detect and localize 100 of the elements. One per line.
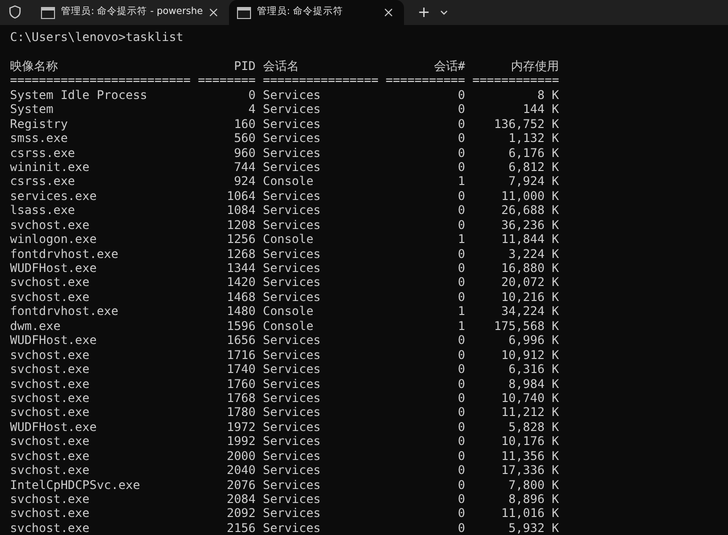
session-name-cell-text: Services — [262, 218, 322, 232]
session-name-cell-text: Services — [262, 160, 322, 174]
session-number-cell-text: 0 — [456, 362, 466, 376]
session-number-cell-text: 0 — [456, 333, 466, 348]
pid-cell-text: 744 — [232, 160, 256, 174]
pid-cell-text: 0 — [247, 88, 256, 102]
session-name-cell-text: Services — [262, 376, 322, 391]
column-header: 内存使用 — [510, 58, 560, 74]
session-number-cell-text: 0 — [456, 463, 466, 478]
pid-cell-text: 2040 — [226, 463, 256, 478]
tab[interactable]: 管理员: 命令提示符 — [228, 0, 404, 25]
session-number-cell-text: 0 — [456, 131, 466, 146]
image-name-cell-text: WUDFHost.exe — [10, 333, 98, 348]
session-name-cell-text: Services — [262, 492, 322, 506]
memory-usage-cell-text: 175,568 K — [493, 318, 560, 334]
image-name-cell-text: winlogon.exe — [10, 232, 98, 247]
session-name-cell-text: Console — [262, 232, 314, 247]
image-name-cell-text: services.exe — [10, 188, 98, 204]
image-name-cell-text: svchost.exe — [10, 275, 90, 290]
session-number-cell-text: 0 — [456, 275, 466, 290]
session-number-cell-text: 0 — [456, 116, 466, 132]
session-name-cell-text: Services — [262, 203, 322, 218]
new-tab-button[interactable]: + — [412, 0, 436, 25]
session-number-cell-text: 0 — [456, 261, 466, 276]
column-header: PID — [232, 58, 256, 74]
memory-usage-cell-text: 8,984 K — [507, 376, 560, 391]
pid-cell-text: 2092 — [226, 506, 256, 521]
session-number-cell-text: 0 — [456, 434, 466, 449]
session-name-cell-text: Services — [262, 362, 322, 376]
session-number-cell-text: 0 — [456, 376, 466, 391]
session-name-cell-text: Services — [262, 116, 322, 132]
pid-cell-text: 1760 — [226, 376, 256, 391]
image-name-cell-text: svchost.exe — [10, 492, 90, 506]
session-number-cell-text: 0 — [456, 88, 466, 102]
column-header: 会话名 — [262, 58, 300, 74]
column-header: 映像名称 — [10, 58, 59, 74]
image-name-cell-text: fontdrvhost.exe — [10, 304, 120, 319]
session-name-cell-text: Services — [262, 275, 322, 290]
image-name-cell-text: svchost.exe — [10, 362, 90, 376]
image-name-cell-text: svchost.exe — [10, 218, 90, 232]
session-name-cell-text: Services — [262, 348, 322, 362]
separator-line: =========== — [386, 73, 466, 88]
session-name-cell-text: Services — [262, 478, 322, 492]
memory-usage-cell-text: 6,316 K — [507, 362, 560, 376]
session-name-cell-text: Console — [262, 318, 314, 334]
memory-usage-cell-text: 5,932 K — [507, 520, 560, 535]
session-name-cell-text: Services — [262, 102, 322, 117]
session-number-cell-text: 1 — [456, 232, 466, 247]
image-name-cell-text: fontdrvhost.exe — [10, 246, 120, 261]
session-name-cell-text: Console — [262, 174, 314, 189]
image-name-cell-text: lsass.exe — [10, 203, 76, 218]
pid-cell-text: 1480 — [226, 304, 256, 319]
memory-usage-cell-text: 34,224 K — [500, 304, 560, 319]
image-name-cell-text: svchost.exe — [10, 348, 90, 362]
session-name-cell-text: Services — [262, 246, 322, 261]
pid-cell-text: 1716 — [226, 348, 256, 362]
session-number-cell-text: 0 — [456, 188, 466, 204]
image-name-cell-text: wininit.exe — [10, 160, 90, 174]
session-name-cell-text: Services — [262, 420, 322, 434]
memory-usage-cell-text: 17,336 K — [500, 463, 560, 478]
session-number-cell-text: 0 — [456, 405, 466, 420]
session-number-cell-text: 0 — [456, 146, 466, 160]
pid-cell-text: 2156 — [226, 520, 256, 535]
memory-usage-cell-text: 16,880 K — [500, 261, 560, 276]
session-name-cell-text: Services — [262, 88, 322, 102]
pid-cell-text: 1064 — [226, 188, 256, 204]
pid-cell-text: 2084 — [226, 492, 256, 506]
memory-usage-cell-text: 11,000 K — [500, 188, 560, 204]
memory-usage-cell-text: 10,176 K — [500, 434, 560, 449]
session-name-cell-text: Services — [262, 390, 322, 406]
image-name-cell-text: svchost.exe — [10, 376, 90, 391]
image-name-cell-text: Registry — [10, 116, 69, 132]
session-number-cell-text: 0 — [456, 203, 466, 218]
image-name-cell-text: dwm.exe — [10, 318, 62, 334]
session-number-cell-text: 0 — [456, 520, 466, 535]
separator-line: ======== — [198, 73, 256, 88]
separator-line: ========================= — [10, 73, 191, 88]
pid-cell-text: 1468 — [226, 290, 256, 304]
pid-cell-text: 560 — [232, 131, 256, 146]
image-name-cell-text: WUDFHost.exe — [10, 261, 98, 276]
session-number-cell-text: 0 — [456, 448, 466, 464]
session-number-cell-text: 0 — [456, 246, 466, 261]
separator-line: ============ — [472, 73, 560, 88]
pid-cell-text: 1256 — [226, 232, 256, 247]
session-number-cell-text: 0 — [456, 478, 466, 492]
session-number-cell-text: 0 — [456, 348, 466, 362]
memory-usage-cell-text: 8 K — [536, 88, 560, 102]
session-name-cell-text: Services — [262, 333, 322, 348]
memory-usage-cell-text: 10,912 K — [500, 348, 560, 362]
image-name-cell-text: System Idle Process — [10, 88, 148, 102]
memory-usage-cell-text: 144 K — [522, 102, 560, 117]
session-number-cell-text: 0 — [456, 390, 466, 406]
memory-usage-cell-text: 6,812 K — [507, 160, 560, 174]
pid-cell-text: 160 — [232, 116, 256, 132]
session-name-cell-text: Services — [262, 261, 322, 276]
command-prompt: C:\Users\lenovo>tasklist — [10, 30, 184, 44]
memory-usage-cell-text: 136,752 K — [493, 116, 560, 132]
pid-cell-text: 1420 — [226, 275, 256, 290]
session-name-cell-text: Services — [262, 448, 322, 464]
memory-usage-cell-text: 5,828 K — [507, 420, 560, 434]
